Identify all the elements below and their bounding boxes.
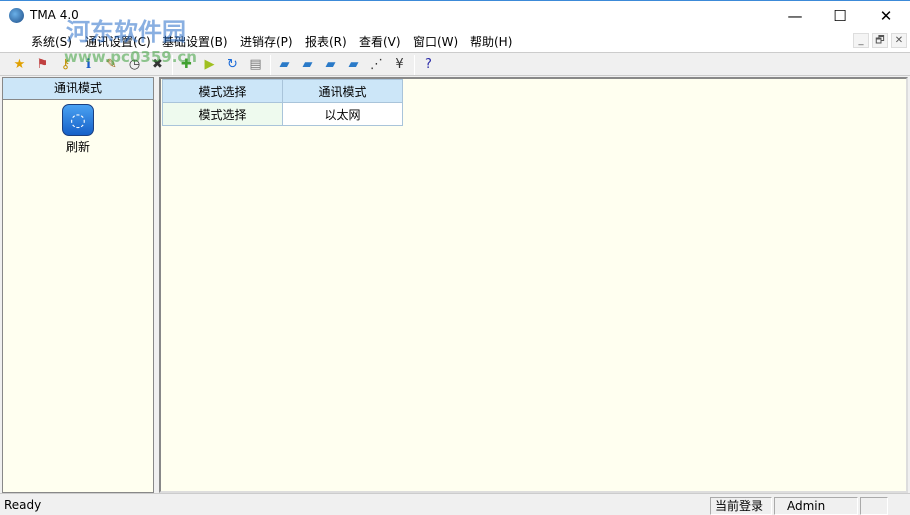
note-icon[interactable]: ✎ xyxy=(103,56,120,73)
menu-help[interactable]: 帮助(H) xyxy=(470,33,512,50)
menu-basic-settings[interactable]: 基础设置(B) xyxy=(162,33,228,50)
refresh-button[interactable]: ◌ 刷新 xyxy=(61,104,95,154)
toolbar: ★ ⚑ ⚷ ℹ ✎ ◷ ✖ ✚ ▶ ↻ ▤ ▰ ▰ ▰ ▰ ⋰ ¥? xyxy=(0,52,910,76)
menu-comm-settings[interactable]: 通讯设置(C) xyxy=(85,33,151,50)
mdi-close-button[interactable]: ✕ xyxy=(891,33,907,48)
maximize-button[interactable]: ☐ xyxy=(817,1,863,31)
status-pane-empty xyxy=(860,497,888,515)
add-icon[interactable]: ✚ xyxy=(178,56,195,73)
star-icon[interactable]: ★ xyxy=(11,56,28,73)
window-title: TMA 4.0 xyxy=(30,8,79,22)
menu-view[interactable]: 查看(V) xyxy=(359,33,401,50)
minimize-button[interactable]: — xyxy=(772,1,818,31)
yen-icon[interactable]: ¥ xyxy=(391,56,408,73)
refresh-icon[interactable]: ↻ xyxy=(224,56,241,73)
status-text: Ready xyxy=(4,498,42,512)
menu-bar: 系统(S) 通讯设置(C) 基础设置(B) 进销存(P) 报表(R) 查看(V)… xyxy=(0,30,910,52)
chart-icon[interactable]: ⋰ xyxy=(368,56,385,73)
main-panel: 模式选择 通讯模式 模式选择 以太网 xyxy=(159,77,908,493)
column-header: 通讯模式 xyxy=(282,79,403,103)
table-cell[interactable]: 模式选择 xyxy=(162,102,283,126)
info-icon[interactable]: ℹ xyxy=(80,56,97,73)
database-icon[interactable]: ▤ xyxy=(247,56,264,73)
menu-inventory[interactable]: 进销存(P) xyxy=(240,33,293,50)
refresh-icon: ◌ xyxy=(62,104,94,136)
current-user: Admin xyxy=(774,497,858,515)
left-panel: 通讯模式 ◌ 刷新 xyxy=(2,77,154,493)
mdi-minimize-button[interactable]: _ xyxy=(853,33,869,48)
folder-table-icon[interactable]: ▰ xyxy=(322,56,339,73)
flag-icon[interactable]: ⚑ xyxy=(34,56,51,73)
key-icon[interactable]: ⚷ xyxy=(57,56,74,73)
clock-icon[interactable]: ◷ xyxy=(126,56,143,73)
toolbar-separator xyxy=(270,55,271,75)
toolbar-separator xyxy=(172,55,173,75)
menu-reports[interactable]: 报表(R) xyxy=(305,33,347,50)
menu-window[interactable]: 窗口(W) xyxy=(413,33,458,50)
workspace: 通讯模式 ◌ 刷新 模式选择 通讯模式 模式选择 以太网 xyxy=(0,76,910,493)
status-bar: Ready 当前登录 Admin xyxy=(0,493,910,515)
folder-lock-icon[interactable]: ▰ xyxy=(299,56,316,73)
left-panel-header: 通讯模式 xyxy=(3,78,153,100)
toolbar-separator xyxy=(414,55,415,75)
close-button[interactable]: ✕ xyxy=(863,1,909,31)
table-cell[interactable]: 以太网 xyxy=(282,102,403,126)
menu-system[interactable]: 系统(S) xyxy=(31,33,72,50)
folder-icon[interactable]: ▰ xyxy=(276,56,293,73)
table-row[interactable]: 模式选择 以太网 xyxy=(162,102,403,126)
mode-table: 模式选择 通讯模式 模式选择 以太网 xyxy=(162,79,403,126)
folder-key-icon[interactable]: ▰ xyxy=(345,56,362,73)
tools-icon[interactable]: ✖ xyxy=(149,56,166,73)
mdi-restore-button[interactable]: 🗗 xyxy=(872,33,888,48)
login-label: 当前登录 xyxy=(710,497,772,515)
refresh-label: 刷新 xyxy=(65,140,90,154)
app-icon xyxy=(9,8,24,23)
title-bar: TMA 4.0 — ☐ ✕ xyxy=(0,0,910,30)
play-icon[interactable]: ▶ xyxy=(201,56,218,73)
help-icon[interactable]: ? xyxy=(420,56,437,73)
column-header: 模式选择 xyxy=(162,79,283,103)
